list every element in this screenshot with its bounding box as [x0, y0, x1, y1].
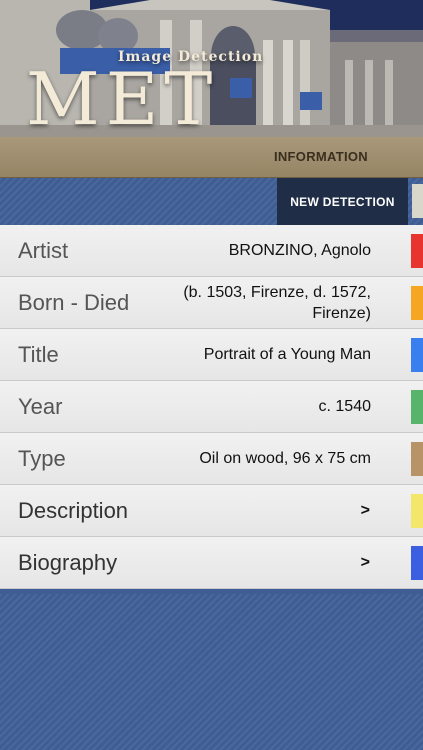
detail-value: c. 1540 — [318, 398, 371, 415]
detail-key: Born - Died — [18, 290, 130, 315]
new-detection-button[interactable]: NEW DETECTION — [277, 178, 408, 225]
detail-key: Type — [18, 446, 66, 471]
biography-label: Biography — [18, 550, 118, 575]
color-swatch — [411, 286, 423, 320]
detail-row-year: Year c. 1540 — [0, 381, 423, 433]
detail-key: Year — [18, 394, 63, 419]
chevron-right-icon: > — [360, 554, 370, 571]
detail-row-title: Title Portrait of a Young Man — [0, 329, 423, 381]
detail-row-type: Type Oil on wood, 96 x 75 cm — [0, 433, 423, 485]
color-swatch — [411, 234, 423, 268]
logo-title: MET — [26, 57, 219, 137]
color-swatch — [411, 494, 423, 528]
header-image: Image Detection MET — [0, 0, 423, 137]
information-tab[interactable]: INFORMATION — [274, 149, 368, 164]
detail-key: Artist — [18, 238, 69, 263]
artwork-details-table: Artist BRONZINO, Agnolo Born - Died (b. … — [0, 225, 423, 589]
detail-key: Title — [18, 342, 59, 367]
detail-value: (b. 1503, Firenze, d. 1572, Firenze) — [183, 284, 371, 322]
detail-value: BRONZINO, Agnolo — [228, 242, 371, 259]
detail-row-artist: Artist BRONZINO, Agnolo — [0, 225, 423, 277]
detail-value: Oil on wood, 96 x 75 cm — [199, 450, 371, 467]
description-label: Description — [18, 498, 129, 523]
new-detection-tab-edge — [412, 184, 423, 218]
background-pattern — [0, 594, 423, 750]
color-swatch — [411, 442, 423, 476]
detail-row-born-died: Born - Died (b. 1503, Firenze, d. 1572, … — [0, 277, 423, 329]
detail-value: Portrait of a Young Man — [203, 346, 371, 363]
description-row[interactable]: Description > — [0, 485, 423, 537]
color-swatch — [411, 338, 423, 372]
information-bar: INFORMATION — [0, 137, 423, 178]
biography-row[interactable]: Biography > — [0, 537, 423, 589]
color-swatch — [411, 546, 423, 580]
chevron-right-icon: > — [360, 502, 370, 519]
color-swatch — [411, 390, 423, 424]
